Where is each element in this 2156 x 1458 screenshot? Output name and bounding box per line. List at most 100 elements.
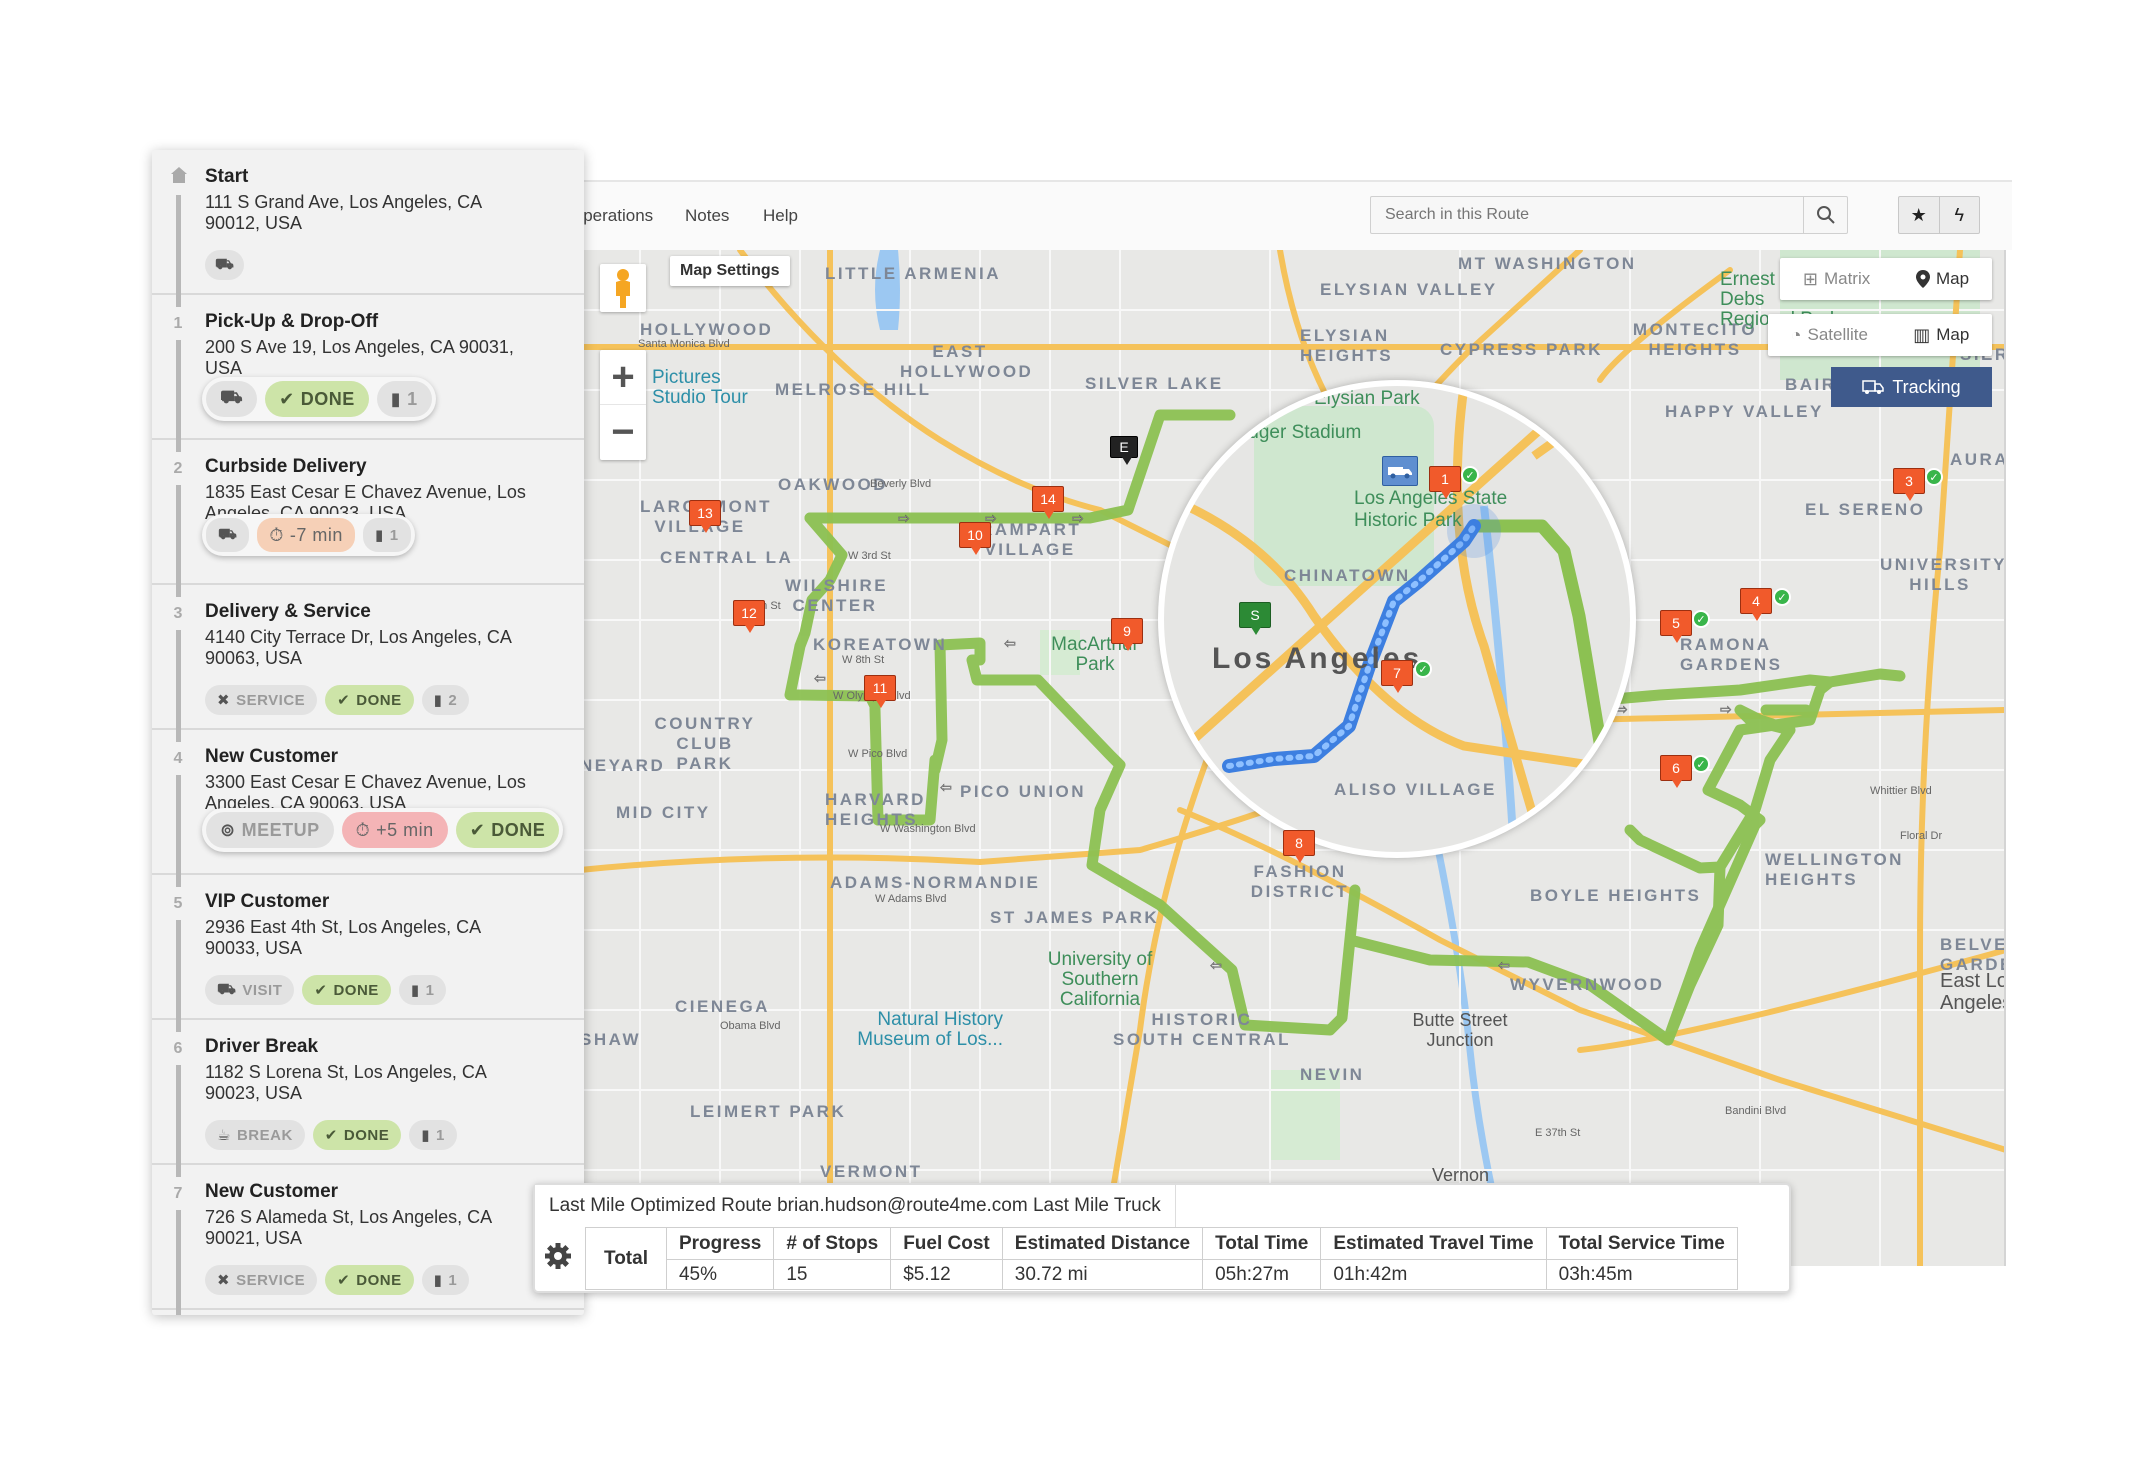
distance-value: 30.72 mi [1001, 1259, 1204, 1290]
tracking-button[interactable]: Tracking [1831, 367, 1992, 407]
check-icon: ✔ [279, 388, 295, 409]
map-label: WYVERNWOOD [1510, 975, 1665, 994]
map-marker-stop[interactable]: 3 [1893, 468, 1925, 501]
stop-number: 7 [173, 1185, 183, 1202]
notes-chip[interactable]: ▮ 1 [362, 518, 411, 552]
done-check-icon: ✓ [1414, 660, 1432, 678]
stop-type-chip[interactable]: ⛟ [206, 518, 250, 552]
route-map[interactable]: ⇨ ⇨ ⇨ ⇦ ⇦ ⇦ ⇨ ⇨ ⇦ ⇦ LITTLE ARMENIA HOLLY… [580, 250, 2006, 1266]
notes-chip[interactable]: ▮ 2 [421, 685, 470, 715]
poi-label[interactable]: Dodger Stadium [1224, 422, 1361, 444]
home-icon [170, 166, 187, 189]
done-check-icon: ✓ [1773, 588, 1791, 606]
quick-optimize-button[interactable]: ϟ [1940, 197, 1980, 233]
vehicle-marker[interactable] [1382, 456, 1418, 486]
map-marker-stop[interactable]: 4 [1740, 588, 1772, 621]
map-marker-stop[interactable]: 13 [689, 500, 721, 533]
poi-label[interactable]: University of Southern California [1040, 950, 1160, 1010]
map-marker-stop[interactable]: 12 [733, 600, 765, 633]
satellite-option[interactable]: ◔ Satellite [1791, 325, 1868, 346]
matrix-view-option[interactable]: ⊞ Matrix [1803, 269, 1870, 290]
map-magnifier-lens[interactable]: Elysian Park Dodger Stadium Los Angeles … [1158, 380, 1636, 858]
stop-type-chip[interactable]: ⊚ MEETUP [206, 812, 334, 848]
map-marker-end[interactable]: E [1110, 436, 1138, 465]
stop-item[interactable]: 1 Pick-Up & Drop-Off 200 S Ave 19, Los A… [152, 295, 584, 452]
stop-type-chip[interactable]: ⛟ VISIT [205, 975, 295, 1005]
notes-chip[interactable]: ▮ 1 [409, 1120, 457, 1150]
map-settings-button[interactable]: Map Settings [670, 256, 790, 286]
stop-item[interactable]: 7 New Customer 726 S Alameda St, Los Ang… [152, 1165, 584, 1315]
street-view-pegman[interactable] [600, 264, 646, 312]
street-label: W Washington Blvd [880, 823, 976, 835]
map-marker-stop[interactable]: 9 [1111, 618, 1143, 651]
stop-address: 1182 S Lorena St, Los Angeles, CA 90023,… [205, 1062, 486, 1103]
done-check-icon: ✓ [1925, 468, 1943, 486]
map-marker-stop[interactable]: 5 [1660, 610, 1692, 643]
summary-settings-button[interactable] [543, 1241, 573, 1276]
map-view-option[interactable]: Map [1916, 269, 1969, 289]
notes-chip[interactable]: ▮ 1 [421, 1265, 470, 1295]
map-marker-start[interactable]: S [1239, 602, 1271, 635]
time-deviation-chip[interactable]: ⏱ +5 min [341, 812, 448, 848]
status-done-chip[interactable]: ✔ DONE [265, 381, 369, 417]
stop-type-chip[interactable]: ✖ SERVICE [205, 1265, 318, 1295]
notes-chip[interactable]: ▮ 1 [376, 381, 432, 417]
route-search [1370, 196, 1848, 234]
zoom-out-button[interactable]: − [600, 405, 646, 460]
roadmap-option[interactable]: ▥ Map [1913, 325, 1969, 346]
stops-count-value: 15 [773, 1259, 892, 1290]
map-marker-stop[interactable]: 11 [864, 675, 896, 708]
stop-type-chip[interactable]: ☕ BREAK [205, 1120, 305, 1150]
timeline-line [176, 485, 181, 597]
poi-label[interactable]: Pictures Studio Tour [652, 368, 772, 408]
stop-chips: ⛟ [205, 250, 245, 280]
service-time-value: 03h:45m [1545, 1259, 1738, 1290]
status-done-chip[interactable]: ✔ DONE [455, 812, 560, 848]
stop-item[interactable]: 4 New Customer 3300 East Cesar E Chavez … [152, 730, 584, 887]
route-search-input[interactable] [1371, 197, 1801, 233]
map-label: HISTORIC SOUTH CENTRAL [1113, 1010, 1291, 1049]
status-done-chip[interactable]: ✔ DONE [312, 1120, 402, 1150]
time-deviation-chip[interactable]: ⏱ -7 min [257, 518, 355, 552]
stop-item[interactable]: 5 VIP Customer 2936 East 4th St, Los Ang… [152, 875, 584, 1032]
stop-type-chip[interactable]: ⛟ [206, 381, 258, 417]
notes-chip[interactable]: ▮ 1 [398, 975, 447, 1005]
stop-number: 4 [173, 750, 183, 767]
stop-item[interactable]: 3 Delivery & Service 4140 City Terrace D… [152, 585, 584, 742]
svg-text:⇦: ⇦ [1498, 957, 1510, 973]
map-label: SHAW [580, 1030, 641, 1049]
nav-notes[interactable]: Notes [685, 206, 729, 226]
favorite-button[interactable]: ★ [1899, 197, 1940, 233]
map-label: EAST HOLLYWOOD [900, 342, 1034, 381]
stop-item[interactable]: Start 111 S Grand Ave, Los Angeles, CA 9… [152, 150, 584, 307]
search-button[interactable] [1803, 197, 1847, 233]
park-label[interactable]: Elysian Park [1314, 388, 1420, 410]
stop-chips: ☕ BREAK ✔ DONE ▮ 1 [205, 1120, 457, 1150]
route-stops-list[interactable]: Start 111 S Grand Ave, Los Angeles, CA 9… [152, 150, 584, 1315]
zoom-in-button[interactable]: + [600, 350, 646, 405]
map-marker-stop[interactable]: 8 [1283, 830, 1315, 863]
svg-text:⇦: ⇦ [940, 779, 952, 795]
row-label: Total [585, 1227, 667, 1290]
stop-number: 5 [173, 895, 183, 912]
nav-help[interactable]: Help [763, 206, 798, 226]
pegman-icon [616, 269, 630, 308]
map-label: COUNTRY CLUB PARK [654, 714, 756, 773]
map-marker-stop[interactable]: 7 [1381, 660, 1413, 693]
fuel-cost-value: $5.12 [890, 1259, 1003, 1290]
map-marker-stop[interactable]: 10 [959, 522, 991, 555]
poi-label[interactable]: Natural History Museum of Los... [833, 1010, 1003, 1050]
stop-item[interactable]: 6 Driver Break 1182 S Lorena St, Los Ang… [152, 1020, 584, 1177]
map-marker-stop[interactable]: 1 [1429, 466, 1461, 499]
map-marker-stop[interactable]: 6 [1660, 755, 1692, 788]
column-header: Total Time [1202, 1227, 1322, 1260]
park-label[interactable]: Los Angeles State Historic Park [1354, 488, 1514, 532]
status-done-chip[interactable]: ✔ DONE [302, 975, 391, 1005]
stop-type-chip[interactable]: ⛟ [205, 250, 245, 280]
status-done-chip[interactable]: ✔ DONE [325, 1265, 414, 1295]
map-marker-stop[interactable]: 14 [1032, 486, 1064, 519]
stop-item[interactable]: 2 Curbside Delivery 1835 East Cesar E Ch… [152, 440, 584, 597]
stop-type-chip[interactable]: ✖ SERVICE [205, 685, 318, 715]
map-label: BAIR [1785, 375, 1837, 394]
status-done-chip[interactable]: ✔ DONE [325, 685, 414, 715]
